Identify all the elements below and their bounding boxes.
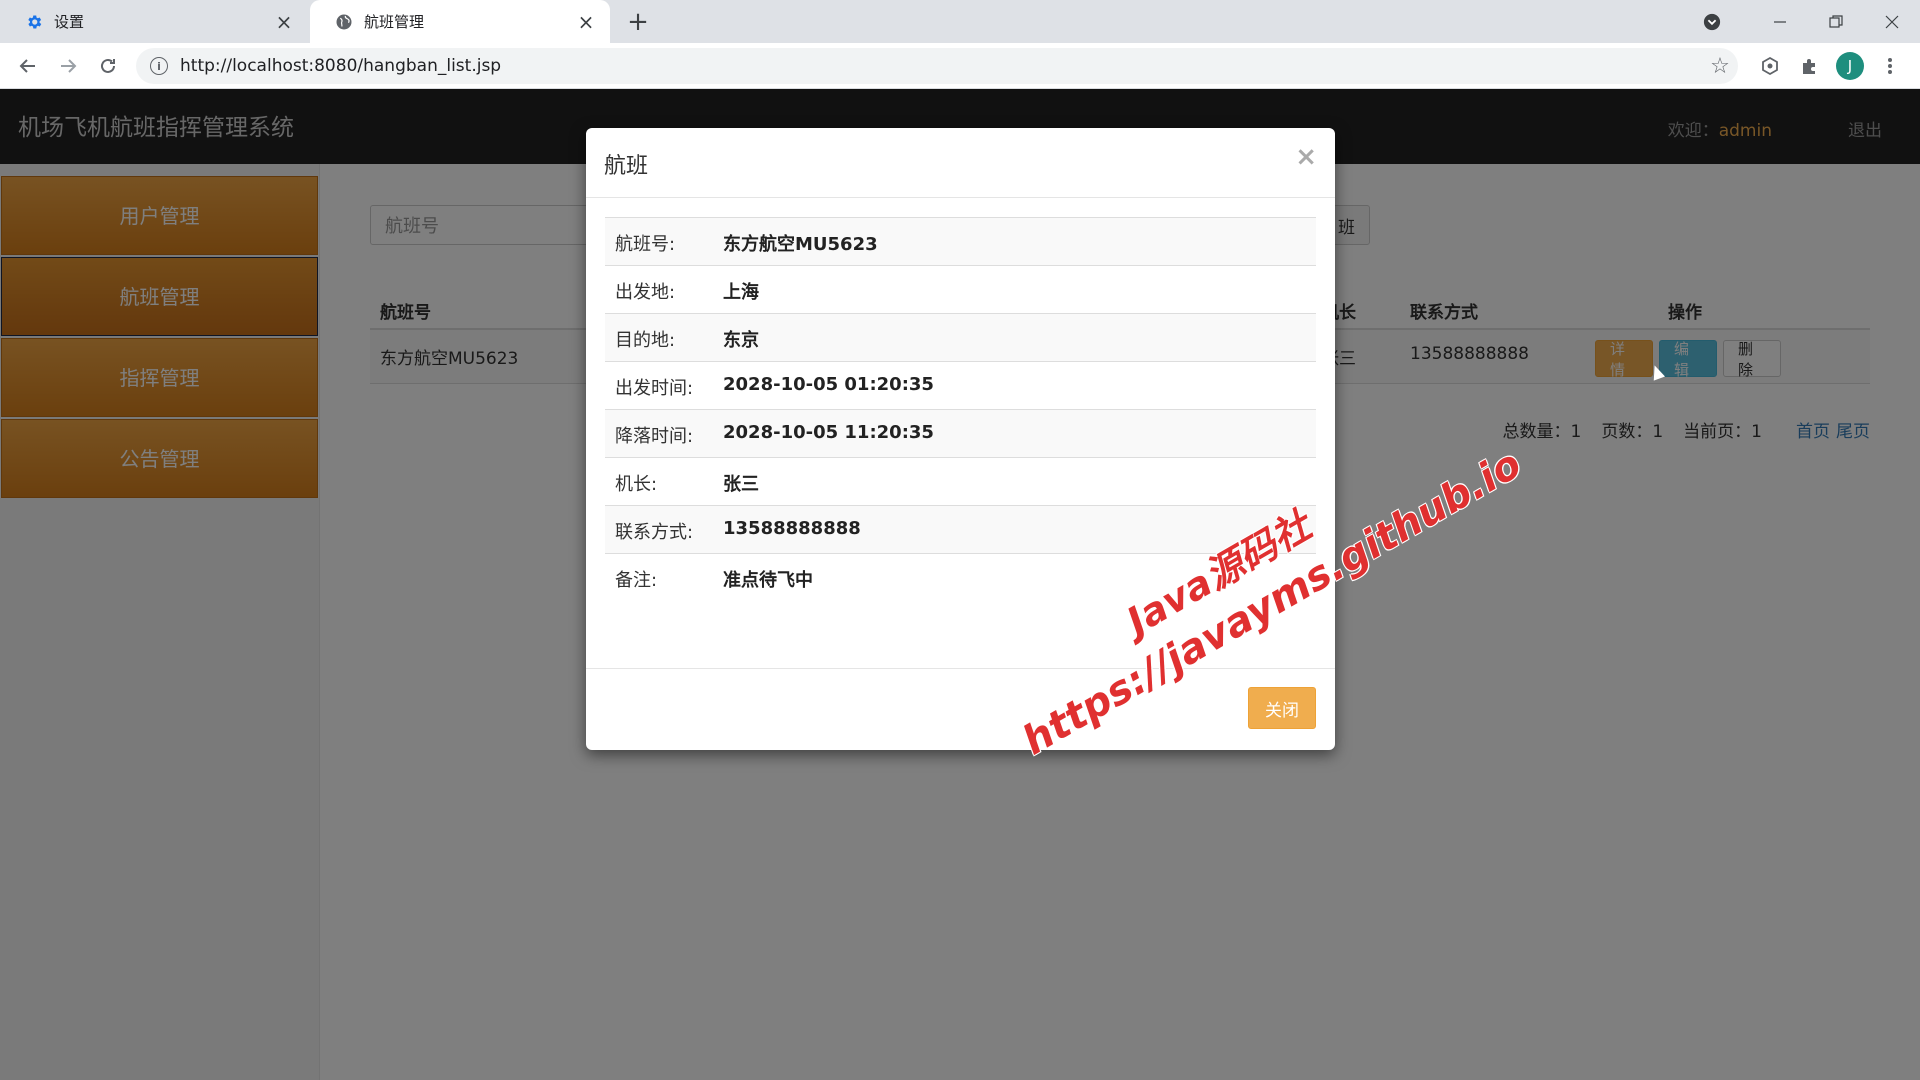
detail-row-destination: 目的地: 东京 — [605, 313, 1316, 361]
detail-label: 降落时间: — [615, 426, 694, 447]
detail-value: 东京 — [723, 330, 759, 351]
detail-row-flight-no: 航班号: 东方航空MU5623 — [605, 217, 1316, 265]
forward-arrow-icon[interactable] — [52, 50, 84, 82]
detail-value: 2028-10-05 01:20:35 — [723, 374, 934, 395]
flight-detail-modal: 航班 × 航班号: 东方航空MU5623 出发地: 上海 目的地: 东京 出发时… — [586, 128, 1335, 750]
toolbar-actions: J — [1750, 50, 1910, 82]
browser-tab-flight-management[interactable]: 航班管理 × — [310, 0, 610, 43]
browser-tab-settings[interactable]: 设置 × — [0, 0, 308, 43]
url-text[interactable]: http://localhost:8080/hangban_list.jsp — [180, 56, 1702, 76]
window-close-icon[interactable] — [1864, 0, 1920, 43]
detail-value: 13588888888 — [723, 518, 861, 539]
detail-label: 联系方式: — [615, 522, 694, 543]
detail-row-contact: 联系方式: 13588888888 — [605, 505, 1316, 553]
detail-row-departure-time: 出发时间: 2028-10-05 01:20:35 — [605, 361, 1316, 409]
detail-row-captain: 机长: 张三 — [605, 457, 1316, 505]
address-bar[interactable]: i http://localhost:8080/hangban_list.jsp… — [136, 48, 1738, 84]
window-controls — [1684, 0, 1920, 43]
extension-hex-icon[interactable] — [1750, 50, 1790, 82]
detail-label: 出发时间: — [615, 378, 694, 399]
close-icon[interactable]: × — [274, 10, 294, 34]
detail-row-landing-time: 降落时间: 2028-10-05 11:20:35 — [605, 409, 1316, 457]
detail-label: 出发地: — [615, 282, 676, 303]
avatar: J — [1836, 52, 1864, 80]
bookmark-star-icon[interactable]: ☆ — [1702, 54, 1738, 79]
detail-value: 张三 — [723, 474, 759, 495]
tab-title: 航班管理 — [364, 13, 425, 31]
more-menu-icon[interactable] — [1870, 50, 1910, 82]
detail-value: 东方航空MU5623 — [723, 234, 878, 255]
close-icon[interactable]: × — [1295, 142, 1317, 172]
globe-icon — [334, 12, 354, 32]
back-arrow-icon[interactable] — [12, 50, 44, 82]
new-tab-plus-icon[interactable]: + — [624, 8, 652, 36]
flight-detail-table: 航班号: 东方航空MU5623 出发地: 上海 目的地: 东京 出发时间: 20… — [605, 217, 1316, 601]
extensions-puzzle-icon[interactable] — [1790, 50, 1830, 82]
tab-search-icon[interactable] — [1684, 0, 1740, 43]
gear-icon — [24, 12, 44, 32]
detail-label: 航班号: — [615, 234, 676, 255]
detail-label: 机长: — [615, 474, 658, 495]
close-icon[interactable]: × — [576, 10, 596, 34]
detail-row-origin: 出发地: 上海 — [605, 265, 1316, 313]
site-info-icon[interactable]: i — [150, 57, 168, 75]
browser-tab-bar: 设置 × 航班管理 × + — [0, 0, 1920, 43]
detail-value: 准点待飞中 — [723, 570, 813, 591]
browser-toolbar: i http://localhost:8080/hangban_list.jsp… — [0, 43, 1920, 89]
modal-footer: 关闭 — [586, 668, 1335, 750]
detail-value: 上海 — [723, 282, 759, 303]
detail-row-remarks: 备注: 准点待飞中 — [605, 553, 1316, 601]
modal-header: 航班 × — [586, 128, 1335, 198]
profile-button[interactable]: J — [1830, 50, 1870, 82]
detail-label: 备注: — [615, 570, 658, 591]
close-button[interactable]: 关闭 — [1248, 687, 1316, 729]
reload-icon[interactable] — [92, 50, 124, 82]
modal-title: 航班 — [604, 154, 649, 179]
detail-value: 2028-10-05 11:20:35 — [723, 422, 934, 443]
tab-title: 设置 — [54, 13, 85, 31]
minimize-icon[interactable] — [1752, 0, 1808, 43]
detail-label: 目的地: — [615, 330, 676, 351]
restore-icon[interactable] — [1808, 0, 1864, 43]
